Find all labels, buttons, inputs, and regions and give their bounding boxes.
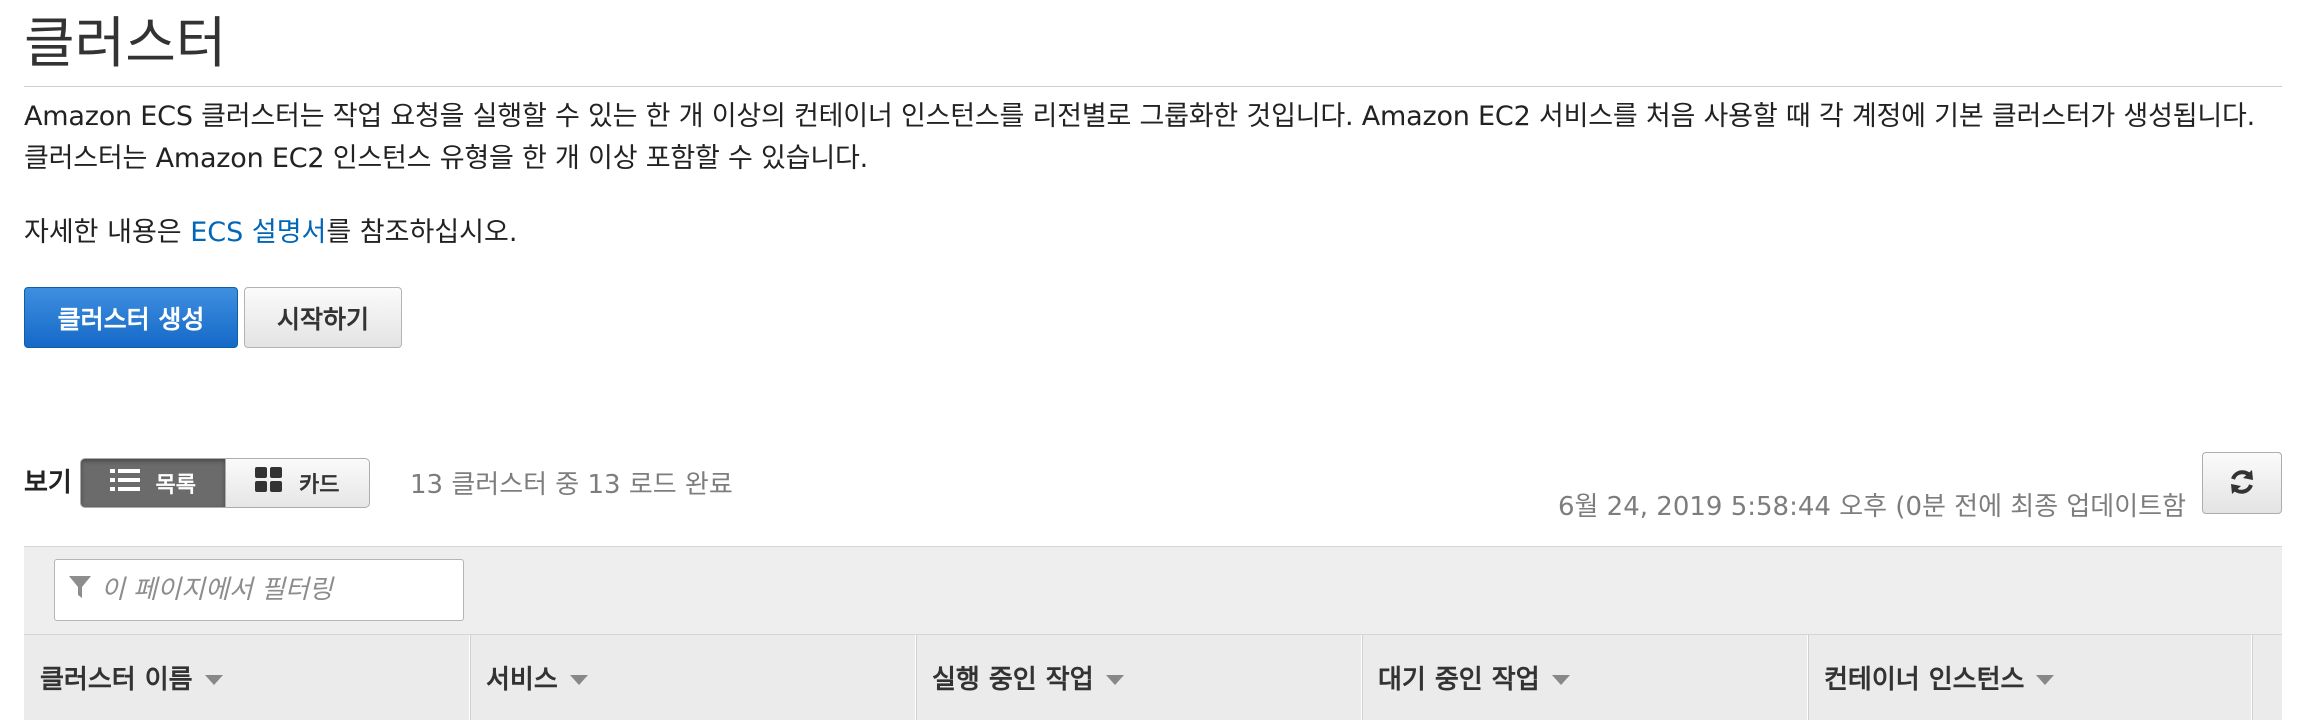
more-info-text: 자세한 내용은 ECS 설명서를 참조하십시오. [24,212,517,254]
table-header: 클러스터 이름 서비스 실행 중인 작업 대기 중인 작업 컨테이너 인스턴스 [24,634,2282,720]
view-list-button[interactable]: 목록 [81,459,225,507]
caret-down-icon [1105,674,1124,685]
view-card-label: 카드 [299,473,340,498]
caret-down-icon [569,674,588,685]
title-divider [24,86,2282,87]
view-toggle: 목록 카드 [80,458,370,508]
caret-down-icon [1551,674,1570,685]
list-icon [109,468,140,498]
column-label: 클러스터 이름 [40,665,193,695]
more-info-suffix: 를 참조하십시오. [326,217,518,248]
page-title: 클러스터 [24,11,227,75]
filter-bar [24,546,2282,634]
last-updated: 6월 24, 2019 5:58:44 오후 (0분 전에 최종 업데이트함 [1557,492,2186,522]
column-label: 실행 중인 작업 [932,665,1094,695]
refresh-button[interactable] [2202,452,2282,514]
ecs-docs-link[interactable]: ECS 설명서 [190,217,326,248]
column-label: 컨테이너 인스턴스 [1824,665,2025,695]
column-cluster-name[interactable]: 클러스터 이름 [24,635,470,720]
view-list-label: 목록 [155,473,196,498]
view-card-button[interactable]: 카드 [224,459,370,507]
more-info-prefix: 자세한 내용은 [24,217,191,248]
filter-field[interactable] [54,559,464,621]
column-pending-tasks[interactable]: 대기 중인 작업 [1362,635,1808,720]
grid-icon [255,467,283,499]
refresh-icon [2226,466,2258,501]
create-cluster-button[interactable]: 클러스터 생성 [24,287,238,348]
column-container-instances[interactable]: 컨테이너 인스턴스 [1808,635,2252,720]
caret-down-icon [204,674,223,685]
column-label: 대기 중인 작업 [1378,665,1540,695]
load-status: 13 클러스터 중 13 로드 완료 [410,470,733,500]
caret-down-icon [2036,674,2055,685]
filter-input[interactable] [99,574,443,606]
funnel-icon [69,576,91,604]
column-spacer [2252,635,2282,720]
page-description: Amazon ECS 클러스터는 작업 요청을 실행할 수 있는 한 개 이상의… [24,101,2256,174]
column-services[interactable]: 서비스 [470,635,916,720]
column-label: 서비스 [486,665,558,695]
column-running-tasks[interactable]: 실행 중인 작업 [916,635,1362,720]
get-started-button[interactable]: 시작하기 [244,287,402,348]
view-label: 보기 [24,468,72,498]
